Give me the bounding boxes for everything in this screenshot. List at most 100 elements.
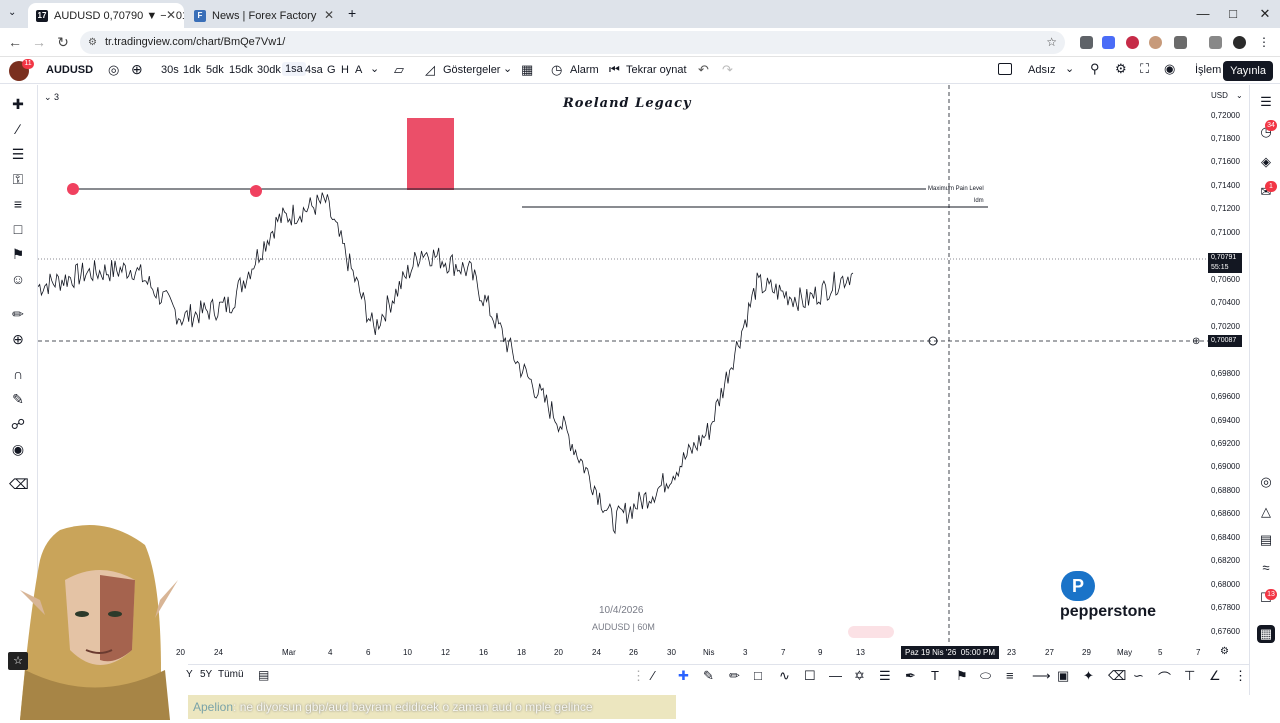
close-tab-icon[interactable]: ✕ — [165, 8, 176, 22]
watchlist-icon[interactable]: ☰ — [1257, 93, 1275, 111]
extensions-puzzle-icon[interactable] — [1174, 36, 1187, 49]
interval-1sa[interactable]: 1sa — [282, 62, 306, 76]
quick-search-icon[interactable]: ⚲ — [1090, 61, 1100, 77]
fib-retracement-icon[interactable]: ☰ — [9, 145, 27, 163]
pattern-tool-icon[interactable]: ✡ — [854, 668, 865, 684]
site-info-icon[interactable]: ⚙ — [88, 31, 97, 54]
pen-tool-icon[interactable]: ✒ — [905, 668, 916, 684]
currency-label[interactable]: USD — [1211, 91, 1228, 100]
window-close-icon[interactable]: ✕ — [1250, 6, 1280, 22]
axis-settings-icon[interactable]: ⚙ — [1220, 646, 1229, 657]
interval-30dk[interactable]: 30dk — [257, 64, 281, 76]
layouts-icon[interactable]: ▦ — [521, 62, 533, 78]
lock-icon[interactable]: ☍ — [9, 415, 27, 433]
text-tool-icon[interactable]: T — [931, 668, 939, 683]
interval-4sa[interactable]: 4sa — [305, 64, 323, 76]
forecast-icon[interactable]: ≡ — [9, 195, 27, 213]
interval-g[interactable]: G — [327, 64, 336, 76]
trendline-icon[interactable]: ∕ — [9, 120, 27, 138]
alarm-button[interactable]: Alarm — [570, 64, 599, 76]
price-chart[interactable] — [38, 85, 1249, 645]
url-input[interactable]: ⚙ tr.tradingview.com/chart/BmQe7Vw1/ ☆ — [80, 31, 1065, 54]
interval-1dk[interactable]: 1dk — [183, 64, 201, 76]
extension-icon[interactable] — [1149, 36, 1162, 49]
ruler-icon[interactable]: ✏ — [9, 305, 27, 323]
extension-icon[interactable] — [1126, 36, 1139, 49]
xabcd-tool-icon[interactable]: ✦ — [1083, 668, 1094, 684]
symbol-search[interactable]: AUDUSD — [46, 64, 93, 76]
minimize-icon[interactable]: — — [1188, 6, 1218, 21]
tab-forex-factory[interactable]: F News | Forex Factory ✕ — [186, 3, 342, 28]
layout-square-icon[interactable] — [998, 63, 1012, 75]
events-icon[interactable] — [848, 626, 894, 638]
highlighter-tool-icon[interactable]: ✏ — [729, 668, 740, 684]
maximize-icon[interactable]: □ — [1218, 6, 1248, 21]
legend-toggle[interactable]: ⌄ 3 — [44, 92, 59, 103]
image-tool-icon[interactable]: ▣ — [1057, 668, 1069, 684]
curve-tool-icon[interactable]: ∽ — [1133, 668, 1144, 684]
indicators-button[interactable]: Göstergeler — [443, 64, 500, 76]
interval-30s[interactable]: 30s — [161, 64, 179, 76]
shapes-icon[interactable]: □ — [9, 220, 27, 238]
streams-icon[interactable]: ≈ — [1257, 559, 1275, 577]
browser-menu-icon[interactable]: ⋮ — [1258, 35, 1270, 49]
angle-tool-icon[interactable]: ∠ — [1209, 668, 1221, 684]
flag-tool-icon[interactable]: ⚑ — [956, 668, 968, 684]
alarm-icon[interactable]: ◷ — [551, 62, 562, 78]
callout-tool-icon[interactable]: ☐ — [804, 668, 816, 684]
path-tool-icon[interactable]: ∿ — [779, 668, 790, 684]
media-icon[interactable] — [1209, 36, 1222, 49]
fib-tool-icon[interactable]: ☰ — [879, 668, 891, 684]
layers-icon[interactable]: ◈ — [1257, 153, 1275, 171]
replay-button[interactable]: Tekrar oynat — [626, 64, 687, 76]
tab-search-icon[interactable]: ⌄ — [8, 7, 16, 18]
brush-tool-icon[interactable]: ✎ — [703, 668, 714, 684]
interval-15dk[interactable]: 15dk — [229, 64, 253, 76]
tab-tradingview[interactable]: 17 AUDUSD 0,70790 ▼ −0,01% Ad ✕ — [28, 3, 184, 28]
rectangle-tool-icon[interactable]: □ — [754, 668, 762, 683]
trendline-tool-icon[interactable]: ∕ — [652, 668, 654, 683]
compare-icon[interactable]: ◎ — [108, 62, 119, 78]
zoom-in-icon[interactable]: ⊕ — [9, 330, 27, 348]
pattern-icon[interactable]: ⚿ — [9, 170, 27, 188]
fullscreen-icon[interactable]: ⛶ — [1140, 61, 1149, 77]
settings-gear-icon[interactable]: ⚙ — [1115, 61, 1127, 77]
vertical-line-tool-icon[interactable]: ⊤ — [1184, 668, 1195, 684]
annotation-icon[interactable]: ⚑ — [9, 245, 27, 263]
trash-icon[interactable]: ⌫ — [9, 475, 29, 493]
apps-grid-icon[interactable]: ▦ — [1257, 625, 1275, 643]
extension-icon[interactable] — [1102, 36, 1115, 49]
ideas-icon[interactable]: △ — [1257, 503, 1275, 521]
parallel-channel-icon[interactable]: ≡ — [1006, 668, 1014, 683]
layout-name[interactable]: Adsız — [1028, 64, 1056, 76]
calendar-icon[interactable]: ▤ — [1257, 531, 1275, 549]
target-icon[interactable]: ◎ — [1257, 473, 1275, 491]
range-5y[interactable]: 5Y — [200, 669, 212, 680]
ellipse-tool-icon[interactable]: ⬭ — [980, 668, 991, 684]
eraser-tool-icon[interactable]: ⌫ — [1108, 668, 1126, 684]
arc-tool-icon[interactable]: ⌒ — [1158, 668, 1171, 687]
add-symbol-icon[interactable]: ⊕ — [131, 61, 143, 78]
interval-a[interactable]: A — [355, 64, 362, 76]
indicators-dropdown-icon[interactable]: ⌄ — [503, 62, 512, 75]
bookmark-star-icon[interactable]: ☆ — [1046, 31, 1057, 54]
forward-icon[interactable]: → — [29, 34, 49, 50]
add-alert-plus-icon[interactable]: ⊕ — [1192, 336, 1200, 347]
chart-pane[interactable]: ⌄ 3 Roeland Legacy Maximum Pain Level ld… — [38, 85, 1249, 645]
chart-type-icon[interactable]: ▱ — [394, 62, 404, 78]
snapshot-camera-icon[interactable]: ◉ — [1164, 61, 1175, 77]
favorites-star-icon[interactable]: ☆ — [8, 652, 28, 670]
crosshair-icon[interactable]: ✚ — [9, 95, 27, 113]
trade-button[interactable]: İşlem — [1195, 64, 1221, 76]
horizontal-line-tool-icon[interactable]: — — [829, 668, 842, 683]
layout-dropdown-icon[interactable]: ⌄ — [1065, 62, 1074, 75]
range-all[interactable]: Tümü — [218, 669, 244, 680]
interval-5dk[interactable]: 5dk — [206, 64, 224, 76]
date-range-icon[interactable]: ▤ — [258, 668, 269, 682]
arrow-tool-icon[interactable]: ⟶ — [1032, 668, 1051, 684]
publish-button[interactable]: Yayınla — [1223, 61, 1273, 81]
back-icon[interactable]: ← — [5, 34, 25, 50]
interval-dropdown-icon[interactable]: ⌄ — [370, 62, 379, 75]
indicators-icon[interactable]: ◿ — [425, 62, 435, 78]
visibility-eye-icon[interactable]: ◉ — [9, 440, 27, 458]
